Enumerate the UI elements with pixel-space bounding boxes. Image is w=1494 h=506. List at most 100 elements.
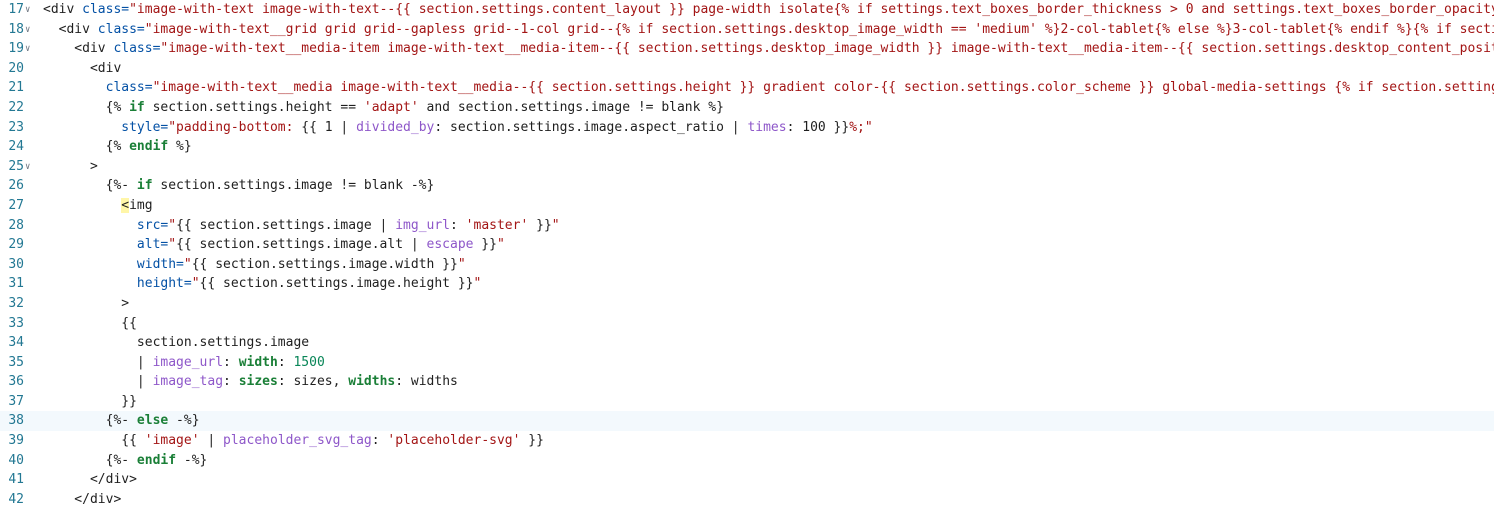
code-text[interactable]: > <box>43 157 98 177</box>
code-text[interactable]: style="padding-bottom: {{ 1 | divided_by… <box>43 118 872 138</box>
code-line[interactable]: 42 </div> <box>0 490 1494 506</box>
code-token: image_tag <box>152 374 224 390</box>
code-line[interactable]: 32 > <box>0 294 1494 314</box>
code-text[interactable]: {{ 'image' | placeholder_svg_tag: 'place… <box>43 431 544 451</box>
code-text[interactable]: {% if section.settings.height == 'adapt'… <box>43 98 724 118</box>
code-text[interactable]: | image_tag: sizes: sizes, widths: width… <box>43 372 458 392</box>
code-line[interactable]: 25 ∨ > <box>0 157 1494 177</box>
code-token: " <box>168 217 177 233</box>
chevron-down-icon[interactable]: ∨ <box>25 21 30 41</box>
line-number: 38 <box>8 413 24 429</box>
code-token: src= <box>43 217 169 233</box>
code-token: {{ section.settings.image | <box>176 217 396 233</box>
code-text[interactable]: class="image-with-text__media image-with… <box>43 78 1494 98</box>
code-line[interactable]: 40 {%- endif -%} <box>0 451 1494 471</box>
code-text[interactable]: > <box>43 294 129 314</box>
code-token: <div <box>43 41 114 57</box>
line-gutter: 21 <box>0 78 40 98</box>
line-gutter: 36 <box>0 372 40 392</box>
code-token: style= <box>43 119 169 135</box>
code-token: : sizes, <box>277 374 349 390</box>
line-number: 39 <box>8 433 24 449</box>
code-token: "image-with-text__media image-with-text_… <box>152 80 1494 96</box>
line-gutter: 42 <box>0 490 40 506</box>
code-text[interactable]: {% endif %} <box>43 137 192 157</box>
line-number: 25 <box>8 158 24 174</box>
line-gutter: 40 <box>0 451 40 471</box>
code-line[interactable]: 21 class="image-with-text__media image-w… <box>0 78 1494 98</box>
code-line[interactable]: 17 ∨ <div class="image-with-text image-wit… <box>0 0 1494 20</box>
code-line[interactable]: 26 {%- if section.settings.image != blan… <box>0 176 1494 196</box>
code-line[interactable]: 37 }} <box>0 392 1494 412</box>
code-token: width= <box>43 256 184 272</box>
code-token: times <box>747 119 787 135</box>
code-text[interactable]: alt="{{ section.settings.image.alt | esc… <box>43 235 505 255</box>
code-line[interactable]: 22 {% if section.settings.height == 'ada… <box>0 98 1494 118</box>
chevron-down-icon[interactable]: ∨ <box>25 158 30 178</box>
code-token: endif <box>136 452 177 468</box>
code-token: > <box>43 295 130 311</box>
line-gutter: 17 ∨ <box>0 0 40 20</box>
code-line[interactable]: 29 alt="{{ section.settings.image.alt | … <box>0 235 1494 255</box>
code-token: 'master' <box>465 217 529 233</box>
code-text[interactable]: <div class="image-with-text__media-item … <box>43 39 1494 59</box>
code-line[interactable]: 28 src="{{ section.settings.image | img_… <box>0 216 1494 236</box>
code-line[interactable]: 35 | image_url: width: 1500 <box>0 353 1494 373</box>
code-token: > <box>43 158 98 174</box>
code-line[interactable]: 24 {% endif %} <box>0 137 1494 157</box>
code-text[interactable]: {%- else -%} <box>43 411 200 431</box>
code-text[interactable]: </div> <box>43 490 121 506</box>
code-text[interactable]: <div class="image-with-text image-with-t… <box>43 0 1494 20</box>
code-line[interactable]: 38 {%- else -%} <box>0 411 1494 432</box>
code-token: " <box>473 276 482 292</box>
line-number: 30 <box>8 256 24 272</box>
line-number: 18 <box>8 21 24 37</box>
code-editor[interactable]: 17 ∨ <div class="image-with-text image-wit… <box>0 0 1494 506</box>
code-token: escape <box>426 237 474 253</box>
line-gutter: 32 <box>0 294 40 314</box>
code-line[interactable]: 33 {{ <box>0 314 1494 334</box>
code-token: alt= <box>43 237 169 253</box>
code-line[interactable]: 19 ∨ <div class="image-with-text__media-i… <box>0 39 1494 59</box>
chevron-down-icon[interactable]: ∨ <box>25 40 30 60</box>
code-line[interactable]: 27 <img <box>0 196 1494 216</box>
line-gutter: 26 <box>0 176 40 196</box>
line-number: 23 <box>8 119 24 135</box>
code-line[interactable]: 41 </div> <box>0 470 1494 490</box>
chevron-down-icon[interactable]: ∨ <box>25 1 30 21</box>
code-text[interactable]: {{ <box>43 314 137 334</box>
code-text[interactable]: | image_url: width: 1500 <box>43 353 325 373</box>
code-text[interactable]: }} <box>43 392 137 412</box>
code-text[interactable]: <img <box>43 196 153 216</box>
code-line[interactable]: 36 | image_tag: sizes: sizes, widths: wi… <box>0 372 1494 392</box>
code-token: : <box>450 217 466 233</box>
code-token: {{ section.settings.image.height }} <box>199 276 474 292</box>
code-line[interactable]: 31 height="{{ section.settings.image.hei… <box>0 274 1494 294</box>
code-token: {{ <box>43 433 145 449</box>
code-line[interactable]: 23 style="padding-bottom: {{ 1 | divided… <box>0 118 1494 138</box>
code-line[interactable]: 34 section.settings.image <box>0 333 1494 353</box>
code-text[interactable]: height="{{ section.settings.image.height… <box>43 274 481 294</box>
code-text[interactable]: {%- endif -%} <box>43 451 208 471</box>
line-gutter: 39 <box>0 431 40 451</box>
code-text[interactable]: {%- if section.settings.image != blank -… <box>43 176 435 196</box>
code-token: < <box>121 197 130 213</box>
code-token: }} <box>473 237 497 253</box>
code-text[interactable]: </div> <box>43 470 137 490</box>
code-line[interactable]: 39 {{ 'image' | placeholder_svg_tag: 'pl… <box>0 431 1494 451</box>
code-token: section.settings.image <box>43 335 310 351</box>
code-text[interactable]: <div <box>43 59 121 79</box>
code-text[interactable]: section.settings.image <box>43 333 309 353</box>
code-token: -%} <box>168 413 200 429</box>
line-number: 22 <box>8 99 24 115</box>
code-token: : <box>371 433 388 449</box>
code-text[interactable]: src="{{ section.settings.image | img_url… <box>43 216 560 236</box>
code-text[interactable]: width="{{ section.settings.image.width }… <box>43 255 466 275</box>
code-line[interactable]: 30 width="{{ section.settings.image.widt… <box>0 255 1494 275</box>
line-gutter: 41 <box>0 470 40 490</box>
code-line[interactable]: 20 <div <box>0 59 1494 79</box>
code-text[interactable]: <div class="image-with-text__grid grid g… <box>43 20 1494 40</box>
line-number: 28 <box>8 217 24 233</box>
code-line[interactable]: 18 ∨ <div class="image-with-text__grid gr… <box>0 20 1494 40</box>
line-gutter: 38 <box>0 411 40 431</box>
